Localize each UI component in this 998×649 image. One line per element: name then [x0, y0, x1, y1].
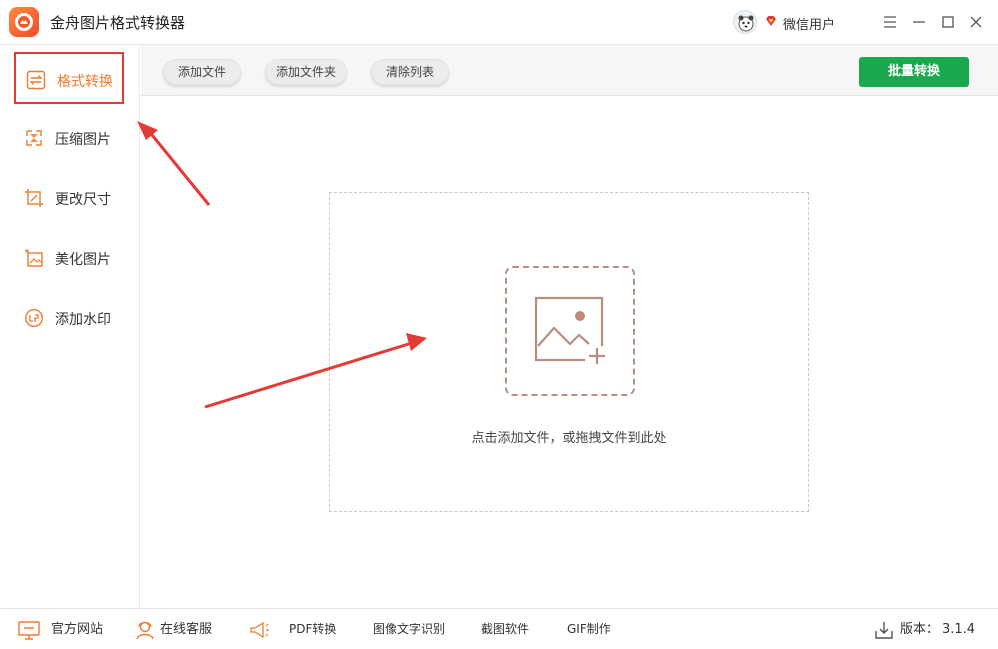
- app-logo-icon: [9, 7, 39, 37]
- megaphone-icon: [250, 621, 269, 639]
- sidebar-item-compress[interactable]: 压缩图片: [14, 112, 124, 164]
- compress-icon: [26, 130, 42, 146]
- sidebar-item-beautify[interactable]: 美化图片: [14, 232, 124, 284]
- vip-diamond-icon: [766, 16, 776, 26]
- sidebar-item-format-convert[interactable]: 格式转换: [14, 52, 124, 104]
- watermark-icon: [24, 308, 44, 328]
- add-image-icon: [534, 296, 609, 366]
- sidebar-item-label: 美化图片: [55, 252, 111, 268]
- title-bar: 金舟图片格式转换器 微信用户: [0, 0, 998, 45]
- add-file-button[interactable]: 添加文件: [163, 59, 241, 85]
- file-drop-zone[interactable]: 点击添加文件，或拖拽文件到此处: [329, 192, 809, 512]
- version-label: 版本：: [900, 622, 940, 637]
- sidebar: 格式转换 压缩图片 更改尺寸 美化图片 添加水印: [0, 45, 140, 608]
- sidebar-item-label: 压缩图片: [55, 132, 111, 148]
- version-number: 3.1.4: [942, 622, 976, 637]
- minimize-icon[interactable]: [909, 12, 929, 32]
- resize-icon: [25, 189, 43, 207]
- sidebar-item-watermark[interactable]: 添加水印: [14, 292, 124, 344]
- add-image-target[interactable]: [505, 266, 635, 396]
- gif-maker-link[interactable]: GIF制作: [567, 609, 611, 649]
- ocr-link[interactable]: 图像文字识别: [373, 609, 445, 649]
- clear-list-button[interactable]: 清除列表: [371, 59, 449, 85]
- online-support-label: 在线客服: [160, 622, 213, 637]
- sidebar-item-label: 更改尺寸: [55, 192, 111, 208]
- user-avatar[interactable]: [733, 10, 757, 34]
- add-folder-button[interactable]: 添加文件夹: [265, 59, 347, 85]
- app-title: 金舟图片格式转换器: [50, 14, 186, 32]
- screenshot-software-link[interactable]: 截图软件: [481, 609, 529, 649]
- maximize-icon[interactable]: [938, 12, 958, 32]
- swap-icon: [26, 70, 46, 90]
- download-icon: [875, 622, 893, 639]
- batch-convert-button[interactable]: 批量转换: [859, 57, 969, 87]
- username[interactable]: 微信用户: [783, 14, 835, 33]
- pdf-convert-label: PDF转换: [289, 622, 337, 636]
- close-icon[interactable]: [966, 12, 986, 32]
- support-person-icon: [136, 621, 154, 640]
- drop-hint: 点击添加文件，或拖拽文件到此处: [471, 431, 667, 446]
- monitor-icon: [18, 621, 40, 640]
- sidebar-item-resize[interactable]: 更改尺寸: [14, 172, 124, 224]
- official-website-label: 官方网站: [51, 622, 104, 637]
- sidebar-item-label: 添加水印: [55, 312, 111, 328]
- footer: 官方网站 在线客服 PDF转换 图像文字识别 截图软件 GIF制作 版本： 3.…: [0, 608, 998, 649]
- menu-icon[interactable]: [880, 12, 900, 32]
- toolbar: 添加文件 添加文件夹 清除列表 批量转换: [141, 45, 998, 96]
- beautify-icon: [25, 249, 43, 267]
- sidebar-item-label: 格式转换: [57, 74, 113, 90]
